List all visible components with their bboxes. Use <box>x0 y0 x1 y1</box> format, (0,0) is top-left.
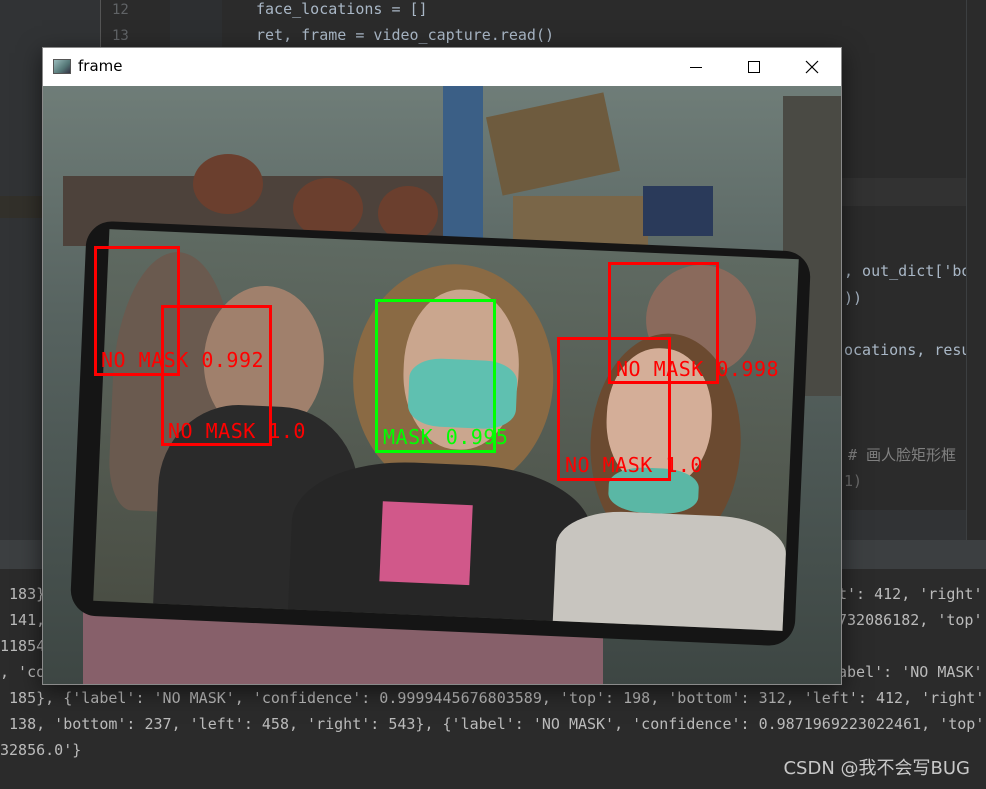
close-button[interactable] <box>783 48 841 86</box>
console-line: 185}, {'label': 'NO MASK', 'confidence':… <box>0 689 986 707</box>
detection-label: MASK 0.995 <box>383 425 509 449</box>
window-title: frame <box>78 57 123 75</box>
console-line: 32856.0'} <box>0 741 82 759</box>
console-line: 141, <box>0 611 46 629</box>
code-fragment[interactable]: 1) <box>844 472 862 490</box>
csdn-watermark: CSDN @我不会写BUG <box>783 758 970 779</box>
code-fragment-text: , out_dict['botto <box>844 262 986 280</box>
minimize-button[interactable] <box>667 48 725 86</box>
blue-pipe <box>443 86 483 246</box>
highlight-band <box>0 196 42 218</box>
detection-label: NO MASK 1.0 <box>168 419 306 443</box>
frame-window[interactable]: frame NO MASK 0.992 NO MASK 1.0 MASK 0.9… <box>42 47 842 685</box>
line-number: 12 <box>112 2 129 18</box>
video-frame: NO MASK 0.992 NO MASK 1.0 MASK 0.995 NO … <box>43 86 841 684</box>
code-fragment[interactable]: , out_dict['botto <box>844 262 986 280</box>
code-comment[interactable]: # 画人脸矩形框 <box>848 446 956 464</box>
highlight-band <box>842 178 986 206</box>
console-line: 11854 <box>0 637 46 655</box>
console-line: abel': 'NO MASK' <box>838 663 983 681</box>
console-line: 732086182, 'top': <box>838 611 986 629</box>
object <box>193 154 263 214</box>
minimize-icon <box>690 67 702 68</box>
console-line: , 'co <box>0 663 46 681</box>
code-fragment[interactable]: )) <box>844 289 862 307</box>
crate <box>643 186 713 236</box>
window-titlebar[interactable]: frame <box>43 48 841 86</box>
console-line: t': 412, 'right': <box>838 585 986 603</box>
maximize-button[interactable] <box>725 48 783 86</box>
editor-bottom-band <box>842 510 986 540</box>
close-icon <box>805 60 819 74</box>
line-number: 13 <box>112 28 129 44</box>
console-line: 138, 'bottom': 237, 'left': 458, 'right'… <box>0 715 986 733</box>
window-app-icon <box>53 59 71 74</box>
maximize-icon <box>748 61 760 73</box>
code-line[interactable]: face_locations = [] <box>256 0 428 18</box>
code-line[interactable]: ret, frame = video_capture.read() <box>256 26 554 44</box>
editor-scrollbar[interactable] <box>966 0 986 540</box>
code-fragment[interactable]: ocations, result <box>844 341 986 359</box>
detection-label: NO MASK 1.0 <box>565 453 703 477</box>
